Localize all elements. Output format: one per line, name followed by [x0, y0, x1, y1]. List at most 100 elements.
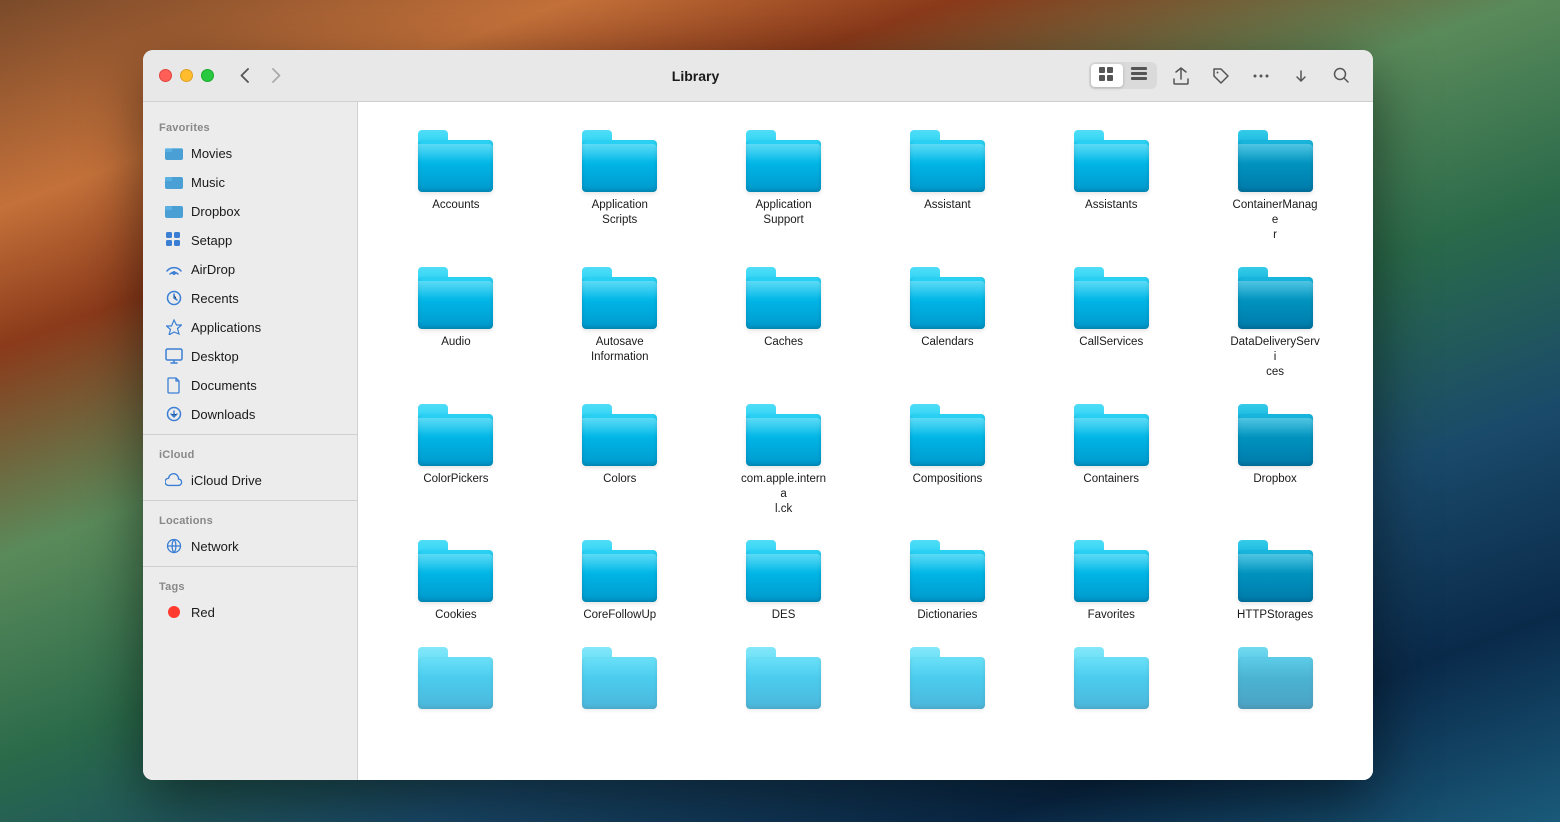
folder-icon — [582, 130, 657, 192]
folder-http-storages[interactable]: HTTPStorages — [1197, 532, 1353, 631]
sidebar-divider-1 — [143, 434, 357, 435]
folder-container-manager[interactable]: ContainerManager — [1197, 122, 1353, 251]
more-button[interactable] — [1245, 62, 1277, 90]
folder-name: Assistant — [924, 198, 971, 213]
folder-assistants[interactable]: Assistants — [1033, 122, 1189, 221]
forward-button[interactable] — [262, 62, 290, 90]
icon-view-button[interactable] — [1091, 64, 1123, 87]
list-view-button[interactable] — [1123, 64, 1155, 87]
folder-dropbox[interactable]: Dropbox — [1197, 396, 1353, 495]
cloud-icon — [165, 471, 183, 489]
folder-name: Assistants — [1085, 198, 1137, 213]
clock-icon — [165, 289, 183, 307]
folder-assistant[interactable]: Assistant — [869, 122, 1025, 221]
folder-partial-3[interactable] — [706, 639, 862, 723]
sidebar-item-network[interactable]: Network — [149, 532, 351, 560]
folder-des[interactable]: DES — [706, 532, 862, 631]
sidebar-item-documents[interactable]: Documents — [149, 371, 351, 399]
folder-icon — [1238, 540, 1313, 602]
folder-icon — [746, 540, 821, 602]
locations-label: Locations — [143, 507, 357, 531]
sidebar: Favorites Movies Music Dropbox — [143, 102, 358, 780]
folder-icon — [910, 540, 985, 602]
downloads-label: Downloads — [191, 407, 255, 422]
airdrop-label: AirDrop — [191, 262, 235, 277]
folder-icon — [418, 267, 493, 329]
sidebar-item-applications[interactable]: Applications — [149, 313, 351, 341]
folder-name: Calendars — [921, 335, 973, 350]
folder-partial-5[interactable] — [1033, 639, 1189, 723]
share-button[interactable] — [1165, 62, 1197, 90]
sidebar-item-movies[interactable]: Movies — [149, 139, 351, 167]
tags-label: Tags — [143, 573, 357, 597]
folder-com-apple-internal-ck[interactable]: com.apple.internal.ck — [706, 396, 862, 525]
red-tag-label: Red — [191, 605, 215, 620]
close-button[interactable] — [159, 69, 172, 82]
sidebar-item-red-tag[interactable]: Red — [149, 598, 351, 626]
folder-color-pickers[interactable]: ColorPickers — [378, 396, 534, 495]
folder-name: Audio — [441, 335, 470, 350]
folder-icon — [582, 267, 657, 329]
folder-name: Containers — [1083, 472, 1139, 487]
content-area: Favorites Movies Music Dropbox — [143, 102, 1373, 780]
folder-icon — [746, 647, 821, 709]
icloud-drive-label: iCloud Drive — [191, 473, 262, 488]
sidebar-item-downloads[interactable]: Downloads — [149, 400, 351, 428]
sidebar-item-desktop[interactable]: Desktop — [149, 342, 351, 370]
folder-application-scripts[interactable]: ApplicationScripts — [542, 122, 698, 236]
desktop-label: Desktop — [191, 349, 239, 364]
folder-icon — [1238, 647, 1313, 709]
download-icon — [165, 405, 183, 423]
folder-audio[interactable]: Audio — [378, 259, 534, 358]
sidebar-item-airdrop[interactable]: AirDrop — [149, 255, 351, 283]
folder-icon — [910, 404, 985, 466]
folder-icon — [582, 647, 657, 709]
folder-accounts[interactable]: Accounts — [378, 122, 534, 221]
folder-call-services[interactable]: CallServices — [1033, 259, 1189, 358]
folder-icon — [165, 202, 183, 220]
folder-icon — [418, 540, 493, 602]
folder-icon — [1238, 267, 1313, 329]
folder-name: DES — [772, 608, 796, 623]
folder-icon — [910, 130, 985, 192]
sidebar-item-setapp[interactable]: Setapp — [149, 226, 351, 254]
folder-icon — [1238, 130, 1313, 192]
folder-data-delivery-services[interactable]: DataDeliveryServices — [1197, 259, 1353, 388]
folder-cookies[interactable]: Cookies — [378, 532, 534, 631]
sidebar-item-icloud-drive[interactable]: iCloud Drive — [149, 466, 351, 494]
folder-partial-2[interactable] — [542, 639, 698, 723]
folder-icon — [746, 267, 821, 329]
search-button[interactable] — [1325, 62, 1357, 90]
folder-colors[interactable]: Colors — [542, 396, 698, 495]
folder-partial-6[interactable] — [1197, 639, 1353, 723]
folder-name: ApplicationScripts — [592, 198, 648, 228]
minimize-button[interactable] — [180, 69, 193, 82]
folder-name: HTTPStorages — [1237, 608, 1313, 623]
sort-button[interactable] — [1285, 62, 1317, 90]
folder-containers[interactable]: Containers — [1033, 396, 1189, 495]
sidebar-item-recents[interactable]: Recents — [149, 284, 351, 312]
applications-label: Applications — [191, 320, 261, 335]
tag-button[interactable] — [1205, 62, 1237, 90]
sidebar-item-music[interactable]: Music — [149, 168, 351, 196]
folder-partial-4[interactable] — [869, 639, 1025, 723]
folder-application-support[interactable]: ApplicationSupport — [706, 122, 862, 236]
folder-autosave-information[interactable]: AutosaveInformation — [542, 259, 698, 373]
folder-icon — [910, 647, 985, 709]
folder-icon — [910, 267, 985, 329]
sidebar-item-dropbox[interactable]: Dropbox — [149, 197, 351, 225]
folder-favorites[interactable]: Favorites — [1033, 532, 1189, 631]
folder-core-follow-up[interactable]: CoreFollowUp — [542, 532, 698, 631]
folder-caches[interactable]: Caches — [706, 259, 862, 358]
folder-name: Dictionaries — [917, 608, 977, 623]
sidebar-divider-3 — [143, 566, 357, 567]
folder-calendars[interactable]: Calendars — [869, 259, 1025, 358]
folder-name: com.apple.internal.ck — [739, 472, 829, 517]
folder-partial-1[interactable] — [378, 639, 534, 723]
maximize-button[interactable] — [201, 69, 214, 82]
folder-dictionaries[interactable]: Dictionaries — [869, 532, 1025, 631]
folder-name: Dropbox — [1253, 472, 1296, 487]
back-button[interactable] — [230, 62, 258, 90]
folder-compositions[interactable]: Compositions — [869, 396, 1025, 495]
traffic-lights — [159, 69, 214, 82]
